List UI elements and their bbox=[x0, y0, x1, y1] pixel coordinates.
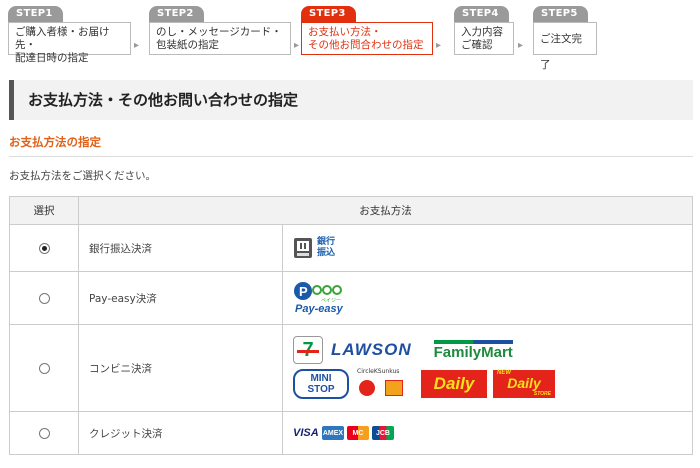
step-4-box: 入力内容 ご確認 bbox=[454, 22, 514, 55]
method-logo-cell: 銀行 振込 bbox=[282, 224, 693, 272]
daily-text: Daily bbox=[433, 374, 475, 393]
familymart-logo: FamilyMart bbox=[433, 339, 513, 361]
checkout-steps: STEP1 ご購入者様・お届け先・ 配達日時の指定 ▸ STEP2 のし・メッセ… bbox=[8, 6, 698, 71]
mastercard-icon: MC bbox=[347, 426, 369, 440]
radio-pay-easy[interactable] bbox=[38, 292, 50, 304]
method-name: Pay-easy決済 bbox=[78, 271, 283, 325]
seven-stripe bbox=[297, 350, 319, 353]
table-header-row: 選択 お支払方法 bbox=[9, 196, 693, 225]
step-4: STEP4 入力内容 ご確認 bbox=[454, 6, 514, 55]
step-separator: ▸ bbox=[436, 40, 442, 51]
step-1-line-1: ご購入者様・お届け先・ bbox=[15, 26, 110, 51]
visa-icon: VISA bbox=[293, 427, 319, 439]
step-4-tab: STEP4 bbox=[454, 6, 509, 22]
payment-description: お支払方法をご選択ください。 bbox=[9, 170, 156, 182]
pay-easy-logo: P ペイジー Pay-easy bbox=[293, 279, 345, 317]
step-5-tab: STEP5 bbox=[533, 6, 588, 22]
header-select: 選択 bbox=[9, 196, 79, 225]
amex-icon: AMEX bbox=[322, 426, 344, 440]
step-2: STEP2 のし・メッセージカード・ 包装紙の指定 bbox=[149, 6, 291, 55]
lawson-logo: LAWSON bbox=[331, 340, 412, 359]
store-logos-row-1: 7 LAWSON FamilyMart bbox=[293, 336, 692, 364]
familymart-bar bbox=[433, 339, 513, 344]
step-3-box: お支払い方法・ その他お問合わせの指定 bbox=[301, 22, 433, 55]
step-2-line-1: のし・メッセージカード・ bbox=[156, 26, 282, 38]
step-2-box: のし・メッセージカード・ 包装紙の指定 bbox=[149, 22, 291, 55]
seven-eleven-logo: 7 bbox=[293, 336, 323, 364]
step-separator: ▸ bbox=[134, 40, 140, 51]
method-logo-cell: P ペイジー Pay-easy bbox=[282, 271, 693, 325]
step-2-tab: STEP2 bbox=[149, 6, 204, 22]
new-daily-top: NEW bbox=[497, 370, 511, 376]
step-1-tab: STEP1 bbox=[8, 6, 63, 22]
table-row[interactable]: Pay-easy決済 P ペイジー Pay-easy bbox=[9, 271, 693, 325]
table-row[interactable]: 銀行振込決済 銀行 振込 bbox=[9, 224, 693, 272]
ministop-text-2: STOP bbox=[307, 384, 335, 395]
store-logos-row-2: MINI STOP CircleKSunkus Daily NEW Daily … bbox=[293, 368, 692, 400]
step-1: STEP1 ご購入者様・お届け先・ 配達日時の指定 bbox=[8, 6, 131, 64]
jcb-icon: JCB bbox=[372, 426, 394, 440]
radio-cell bbox=[9, 224, 79, 272]
radio-cell bbox=[9, 271, 79, 325]
circlek-text: CircleKSunkus bbox=[357, 368, 400, 375]
step-5-line-1: ご注文完了 bbox=[540, 33, 582, 71]
ministop-text-1: MINI bbox=[310, 373, 332, 384]
step-4-line-1: 入力内容 bbox=[461, 26, 503, 38]
sunkus-icon bbox=[385, 380, 403, 396]
step-3-line-1: お支払い方法・ bbox=[308, 26, 382, 38]
page-title: お支払方法・その他お問い合わせの指定 bbox=[9, 80, 693, 120]
step-5: STEP5 ご注文完了 bbox=[533, 6, 597, 71]
step-5-box: ご注文完了 bbox=[533, 22, 597, 71]
bank-label-1: 銀行 bbox=[317, 237, 336, 247]
svg-text:P: P bbox=[299, 284, 308, 299]
table-row[interactable]: クレジット決済 VISA AMEX MC JCB bbox=[9, 411, 693, 455]
section-title: お支払方法の指定 bbox=[9, 133, 693, 157]
method-name: クレジット決済 bbox=[78, 411, 283, 455]
bank-building-icon bbox=[294, 238, 312, 258]
circlek-icon bbox=[359, 380, 375, 396]
bank-transfer-logo: 銀行 振込 bbox=[293, 236, 692, 260]
payment-method-table: 選択 お支払方法 銀行振込決済 銀行 振込 Pay-easy決済 P ペイジー … bbox=[9, 196, 693, 455]
step-4-line-2: ご確認 bbox=[461, 39, 493, 51]
step-1-line-2: 配達日時の指定 bbox=[15, 52, 89, 64]
radio-credit-card[interactable] bbox=[38, 427, 50, 439]
header-method: お支払方法 bbox=[78, 196, 693, 225]
familymart-text: FamilyMart bbox=[433, 343, 513, 361]
radio-cell bbox=[9, 324, 79, 412]
method-logo-cell: VISA AMEX MC JCB bbox=[282, 411, 693, 455]
method-name: 銀行振込決済 bbox=[78, 224, 283, 272]
bank-label-2: 振込 bbox=[317, 248, 336, 258]
credit-card-logos: VISA AMEX MC JCB bbox=[293, 426, 692, 440]
new-daily-store-logo: NEW Daily STORE bbox=[493, 370, 555, 398]
radio-convenience-store[interactable] bbox=[38, 362, 50, 374]
radio-bank-transfer[interactable] bbox=[38, 242, 50, 254]
step-3-line-2: その他お問合わせの指定 bbox=[308, 39, 424, 51]
table-row[interactable]: コンビニ決済 7 LAWSON FamilyMart MINI STOP bbox=[9, 324, 693, 412]
ministop-logo: MINI STOP bbox=[293, 369, 349, 399]
new-daily-sub: STORE bbox=[533, 391, 551, 397]
step-3: STEP3 お支払い方法・ その他お問合わせの指定 bbox=[301, 6, 433, 55]
step-1-box: ご購入者様・お届け先・ 配達日時の指定 bbox=[8, 22, 131, 64]
method-name: コンビニ決済 bbox=[78, 324, 283, 412]
circlek-sunkus-logo: CircleKSunkus bbox=[355, 368, 415, 400]
radio-cell bbox=[9, 411, 79, 455]
daily-yamazaki-logo: Daily bbox=[421, 370, 487, 398]
step-2-line-2: 包装紙の指定 bbox=[156, 39, 219, 51]
step-separator: ▸ bbox=[518, 40, 524, 51]
method-logo-cell: 7 LAWSON FamilyMart MINI STOP CircleKSun… bbox=[282, 324, 693, 412]
pay-easy-text: Pay-easy bbox=[295, 303, 343, 315]
step-3-tab: STEP3 bbox=[301, 6, 356, 22]
